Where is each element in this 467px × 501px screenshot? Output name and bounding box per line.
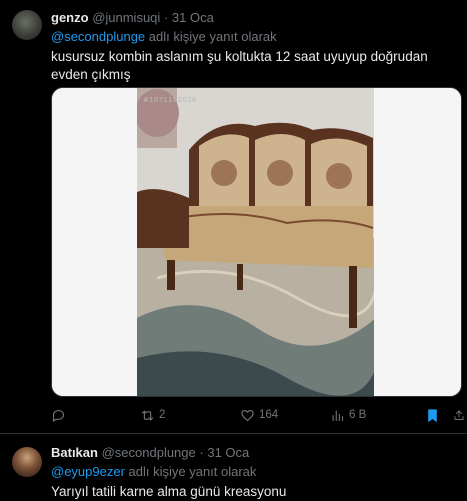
reply-icon: [52, 409, 65, 422]
heart-icon: [241, 409, 254, 421]
display-name[interactable]: genzo: [51, 10, 89, 25]
tweet-header: genzo @junmisuqi · 31 Oca: [51, 10, 455, 26]
reply-context: @secondplunge adlı kişiye yanıt olarak: [51, 28, 455, 45]
reply-mention-link[interactable]: @eyup9ezer: [51, 464, 125, 479]
timestamp[interactable]: 31 Oca: [172, 10, 214, 25]
tweet-body: genzo @junmisuqi · 31 Oca @secondplunge …: [51, 10, 455, 84]
bookmark-icon: [428, 408, 437, 422]
share-button[interactable]: [453, 405, 465, 425]
avatar[interactable]: [12, 447, 42, 477]
retweet-count: 2: [159, 409, 166, 421]
display-name[interactable]: Batıkan: [51, 445, 98, 460]
tweet[interactable]: Batıkan @secondplunge · 31 Oca @eyup9eze…: [0, 434, 467, 501]
like-button[interactable]: 164: [240, 405, 278, 425]
media-letterbox-left: [52, 88, 137, 396]
views-count: 6 B: [349, 409, 367, 421]
sofa-photo[interactable]: #1071182026: [137, 88, 376, 396]
media-watermark: #1071182026: [143, 96, 197, 104]
sofa-illustration: [137, 88, 376, 396]
reply-context: @eyup9ezer adlı kişiye yanıt olarak: [51, 463, 455, 480]
tweet[interactable]: genzo @junmisuqi · 31 Oca @secondplunge …: [0, 0, 467, 434]
timestamp[interactable]: 31 Oca: [207, 445, 249, 460]
handle[interactable]: @junmisuqi: [92, 10, 160, 25]
reply-mention-link[interactable]: @secondplunge: [51, 29, 145, 44]
retweet-icon: [141, 410, 154, 420]
reply-suffix: adlı kişiye yanıt olarak: [124, 464, 257, 479]
views-button[interactable]: 6 B: [330, 405, 366, 425]
separator: ·: [199, 445, 204, 460]
reply-suffix: adlı kişiye yanıt olarak: [145, 29, 277, 44]
tweet-media[interactable]: #1071182026: [51, 87, 462, 397]
bookmark-button[interactable]: [425, 405, 440, 425]
tweet-text: Yarıyıl tatili karne alma günü kreasyonu: [51, 484, 287, 499]
tweet-body: Batıkan @secondplunge · 31 Oca @eyup9eze…: [51, 445, 455, 501]
views-icon: [332, 410, 344, 421]
retweet-button[interactable]: 2: [140, 405, 165, 425]
separator: ·: [163, 10, 169, 25]
handle[interactable]: @secondplunge: [102, 445, 196, 460]
tweet-text: kusursuz kombin aslanım şu koltukta 12 s…: [51, 49, 428, 82]
media-letterbox-right: [374, 88, 461, 396]
tweet-actions: 2 164 6 B: [51, 405, 464, 425]
avatar[interactable]: [12, 10, 42, 40]
like-count: 164: [259, 409, 279, 421]
share-icon: [454, 410, 464, 420]
tweet-header: Batıkan @secondplunge · 31 Oca: [51, 445, 455, 461]
reply-button[interactable]: [51, 405, 66, 425]
